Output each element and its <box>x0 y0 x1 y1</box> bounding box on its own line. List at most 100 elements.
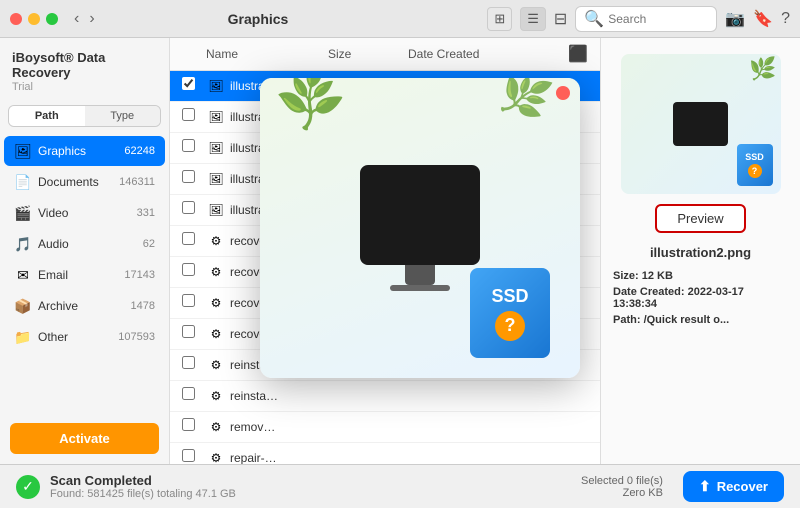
filter-button[interactable]: ⊟ <box>554 9 567 29</box>
sidebar-item-other[interactable]: 📁 Other 107593 <box>4 322 165 352</box>
ssd-box: SSD ? <box>470 268 550 358</box>
toolbar-right: ⊞ ☰ ⊟ 🔍 📷 🔖 ? <box>487 6 790 32</box>
recover-label: Recover <box>717 479 768 494</box>
sidebar-item-count: 1478 <box>131 300 155 312</box>
file-checkbox[interactable] <box>182 139 206 157</box>
file-info-name: illustration2.png <box>613 245 788 260</box>
file-checkbox[interactable] <box>182 232 206 250</box>
main-content: iBoysoft® Data Recovery Trial Path Type … <box>0 38 800 464</box>
file-icon: ⚙ <box>206 355 226 375</box>
file-checkbox[interactable] <box>182 263 206 281</box>
list-view-button[interactable]: ☰ <box>520 7 546 31</box>
app-title: iBoysoft® Data Recovery <box>12 50 157 80</box>
archive-icon: 📦 <box>14 297 32 315</box>
grid-view-button[interactable]: ⊞ <box>487 7 512 31</box>
small-leaf-icon: 🌿 <box>749 56 776 82</box>
other-icon: 📁 <box>14 328 32 346</box>
audio-icon: 🎵 <box>14 235 32 253</box>
file-checkbox[interactable] <box>182 387 206 405</box>
file-checkbox[interactable] <box>182 201 206 219</box>
sidebar-item-video[interactable]: 🎬 Video 331 <box>4 198 165 228</box>
small-preview-image: 🌿 SSD ? <box>621 54 781 194</box>
close-button[interactable] <box>10 13 22 25</box>
leaf-left-icon: 🌿 <box>269 78 352 139</box>
sidebar-item-label: Other <box>38 330 118 344</box>
file-checkbox[interactable] <box>182 356 206 374</box>
sidebar-activate: Activate <box>0 413 169 464</box>
help-icon-button[interactable]: ? <box>781 9 790 29</box>
table-row[interactable]: ⚙ remov… <box>170 412 600 443</box>
leaf-right-icon: 🌿 <box>494 78 557 127</box>
path-value: /Quick result o... <box>644 314 730 326</box>
recover-button[interactable]: ⬆ Recover <box>683 471 784 502</box>
sidebar-item-count: 17143 <box>124 269 155 281</box>
small-ssd-question-icon: ? <box>748 164 762 178</box>
col-date-header: Date Created <box>408 47 568 61</box>
file-name: remov… <box>230 420 348 434</box>
imac-stand <box>405 265 435 285</box>
scan-detail: Found: 581425 file(s) totaling 47.1 GB <box>50 488 571 500</box>
preview-overlay-window: 🌿 🌿 SSD ? <box>260 78 580 378</box>
sidebar-item-documents[interactable]: 📄 Documents 146311 <box>4 167 165 197</box>
documents-icon: 📄 <box>14 173 32 191</box>
file-icon: 🖼 <box>206 200 226 220</box>
toolbar-icons: 📷 🔖 ? <box>725 9 790 29</box>
bookmark-icon-button[interactable]: 🔖 <box>753 9 773 29</box>
file-info: illustration2.png Size: 12 KB Date Creat… <box>613 245 788 330</box>
sidebar-item-count: 146311 <box>119 176 155 188</box>
file-icon: ⚙ <box>206 448 226 464</box>
col-size-header: Size <box>328 47 408 61</box>
sidebar-item-audio[interactable]: 🎵 Audio 62 <box>4 229 165 259</box>
file-checkbox[interactable] <box>182 418 206 436</box>
file-info-size: Size: 12 KB <box>613 270 788 282</box>
imac-wrapper <box>360 165 480 291</box>
preview-button[interactable]: Preview <box>655 204 745 233</box>
file-icon: ⚙ <box>206 231 226 251</box>
file-checkbox[interactable] <box>182 170 206 188</box>
sidebar: iBoysoft® Data Recovery Trial Path Type … <box>0 38 170 464</box>
sidebar-item-count: 107593 <box>118 331 155 343</box>
path-label: Path: <box>613 314 641 326</box>
file-area: Name Size Date Created ⬛ 🖼 illustration2… <box>170 38 600 464</box>
file-checkbox[interactable] <box>182 325 206 343</box>
file-icon: ⚙ <box>206 262 226 282</box>
search-input[interactable] <box>608 12 708 26</box>
activate-button[interactable]: Activate <box>10 423 159 454</box>
table-row[interactable]: ⚙ repair-… <box>170 443 600 464</box>
sidebar-item-label: Archive <box>38 299 131 313</box>
camera-icon-button[interactable]: 📷 <box>725 9 745 29</box>
tab-path[interactable]: Path <box>9 106 85 126</box>
file-checkbox[interactable] <box>182 77 206 95</box>
selected-size: Zero KB <box>581 487 663 499</box>
sidebar-item-email[interactable]: ✉ Email 17143 <box>4 260 165 290</box>
size-label: Size: <box>613 270 639 282</box>
sidebar-item-label: Email <box>38 268 124 282</box>
preview-overlay-close-button[interactable] <box>556 86 570 100</box>
scan-title: Scan Completed <box>50 473 571 488</box>
preview-button-container: Preview <box>655 204 745 233</box>
selected-files: Selected 0 file(s) <box>581 475 663 487</box>
sidebar-tabs: Path Type <box>8 105 161 127</box>
graphics-icon: 🖼 <box>14 142 32 160</box>
imac-body <box>360 165 480 265</box>
search-icon: 🔍 <box>584 9 604 29</box>
sidebar-item-count: 62 <box>143 238 155 250</box>
search-box: 🔍 <box>575 6 717 32</box>
sidebar-item-label: Graphics <box>38 144 124 158</box>
sidebar-item-graphics[interactable]: 🖼 Graphics 62248 <box>4 136 165 166</box>
sidebar-item-archive[interactable]: 📦 Archive 1478 <box>4 291 165 321</box>
file-name: reinsta… <box>230 389 348 403</box>
file-icon: ⚙ <box>206 293 226 313</box>
file-checkbox[interactable] <box>182 108 206 126</box>
small-ssd-box: SSD ? <box>737 144 773 186</box>
sidebar-header: iBoysoft® Data Recovery Trial <box>0 38 169 97</box>
preview-area: 🌿 SSD ? <box>621 54 781 194</box>
file-checkbox[interactable] <box>182 449 206 464</box>
imac-scene: 🌿 🌿 SSD ? <box>260 78 580 378</box>
file-icon: 🖼 <box>206 107 226 127</box>
tab-type[interactable]: Type <box>85 106 161 126</box>
file-icon: 🖼 <box>206 76 226 96</box>
window-title: Graphics <box>29 11 488 27</box>
file-checkbox[interactable] <box>182 294 206 312</box>
col-extra-header: ⬛ <box>568 44 588 64</box>
